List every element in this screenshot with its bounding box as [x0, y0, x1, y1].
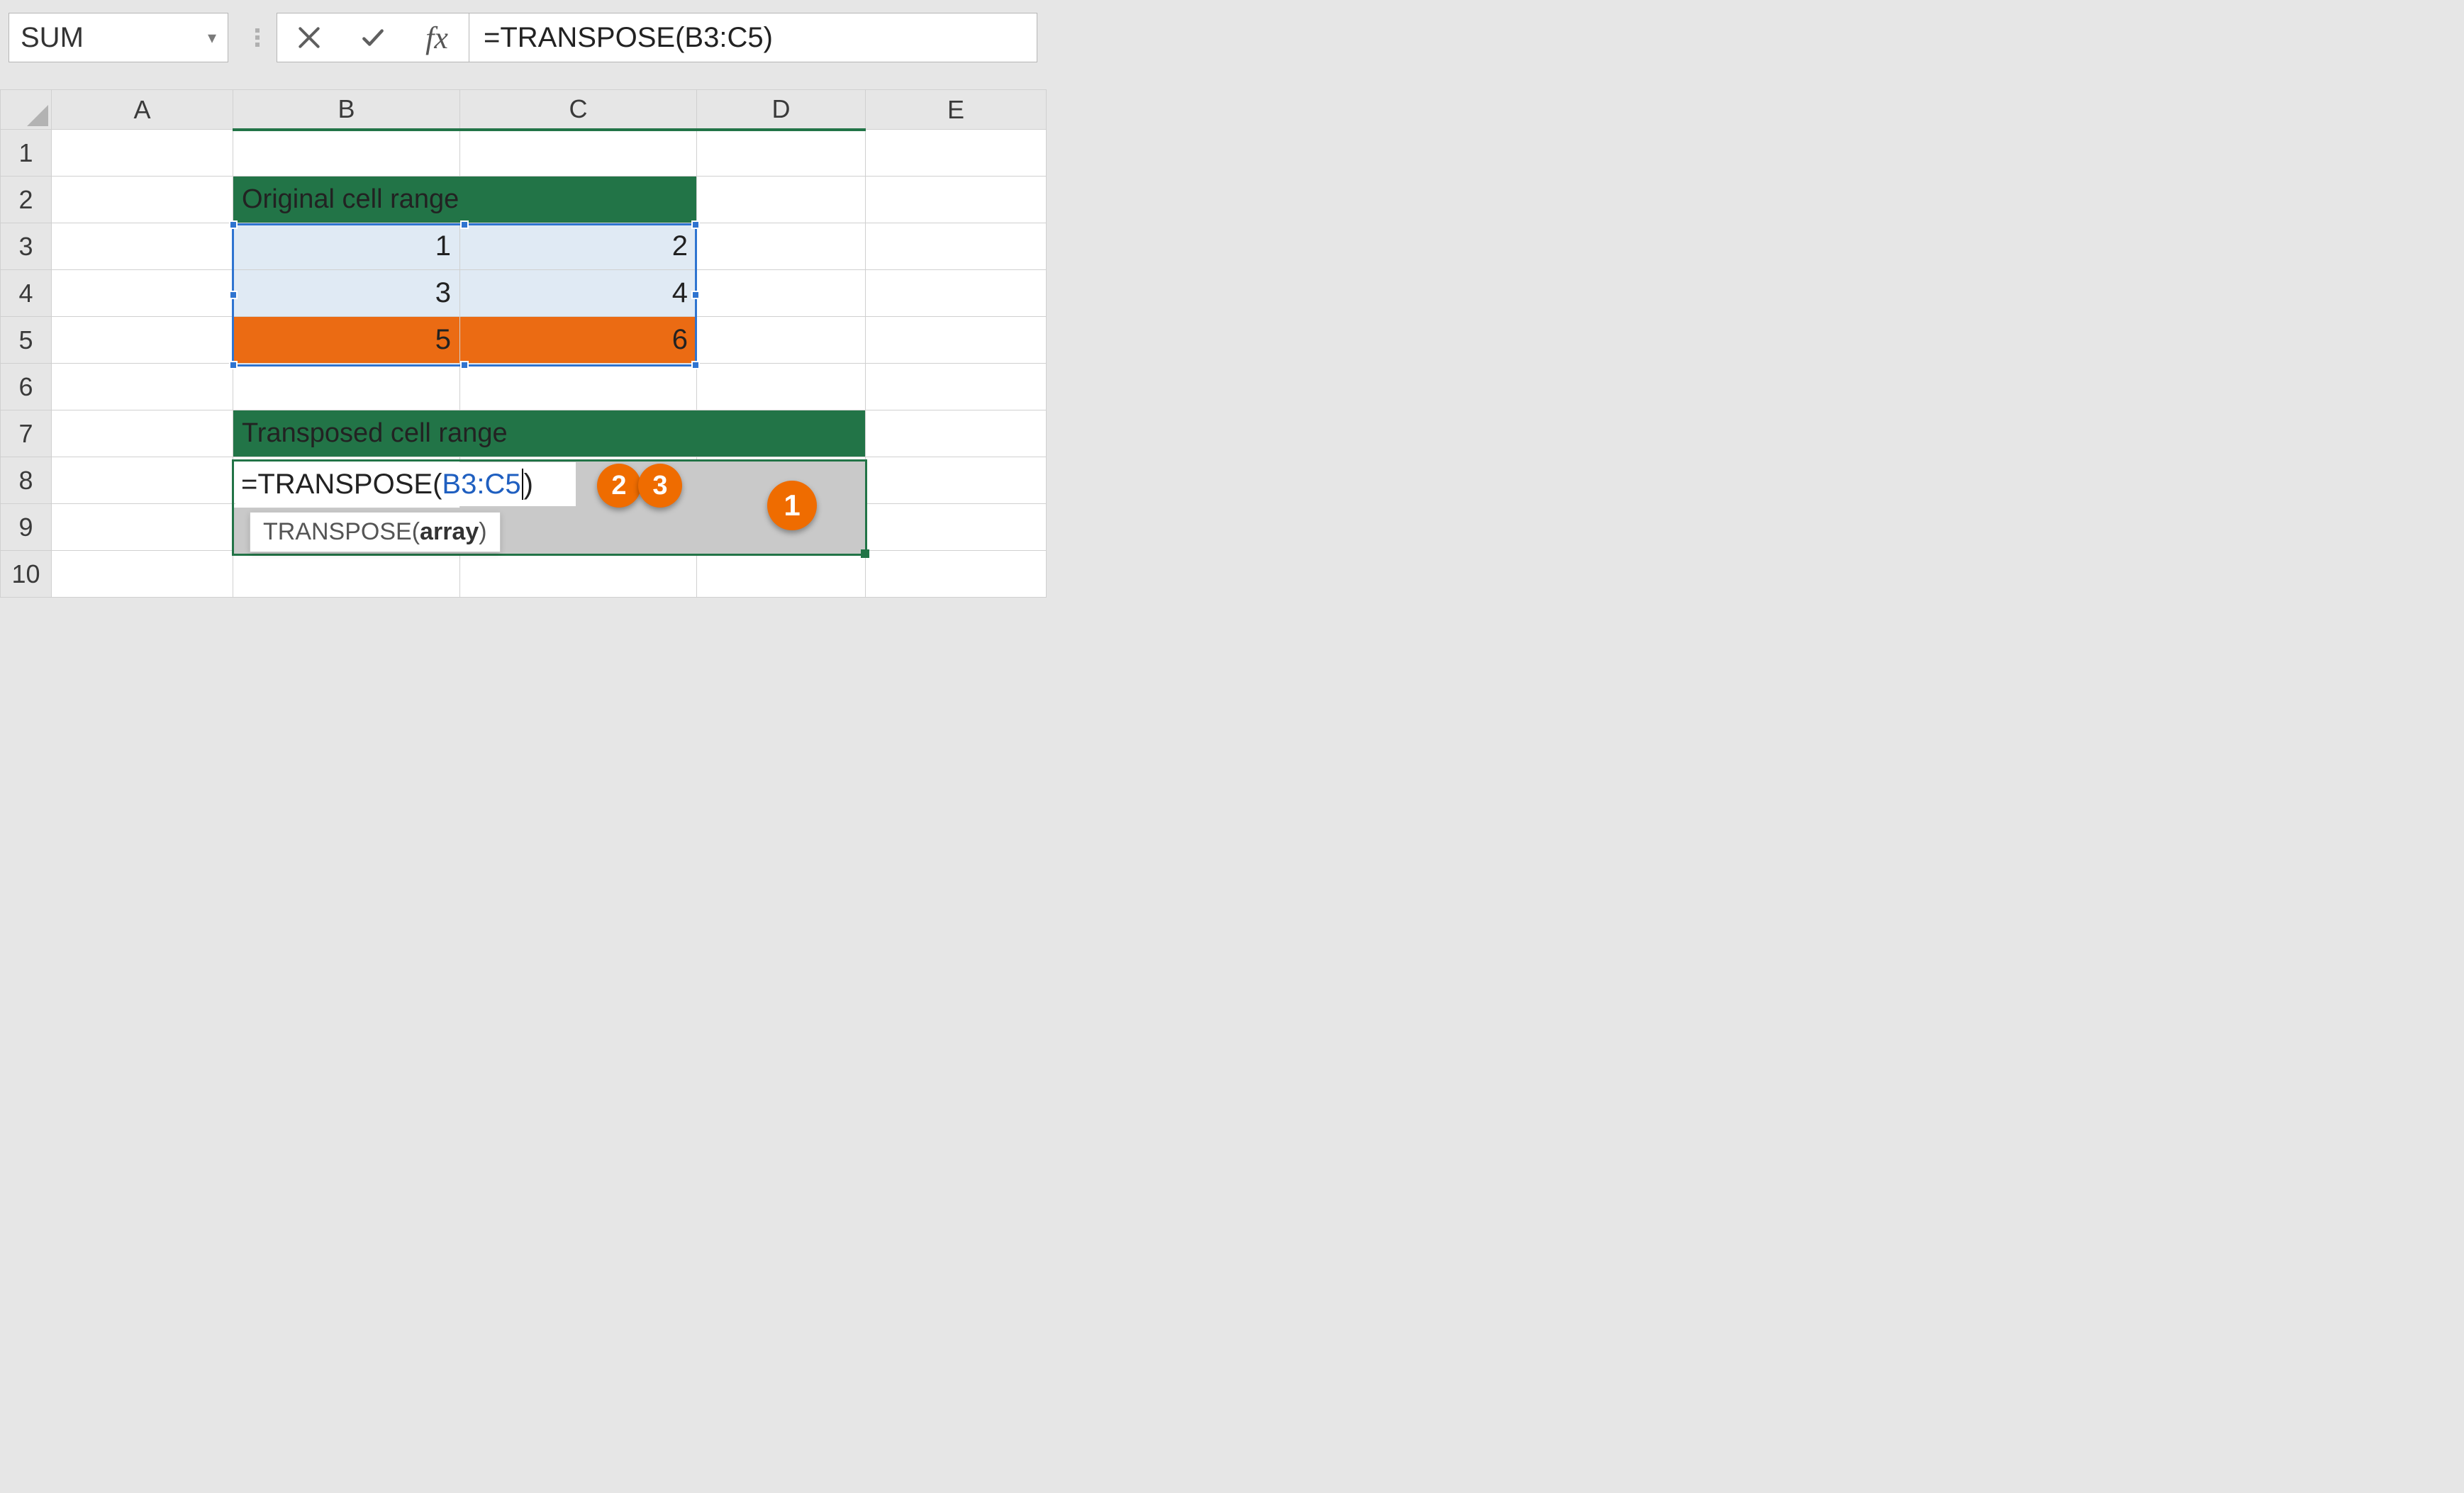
cell-A8[interactable] [52, 457, 233, 504]
formula-token-prefix: =TRANSPOSE( [241, 469, 442, 501]
sheet-table: A B C D E 1 2 Original cell range 3 1 2 [0, 89, 1047, 598]
row-header-2[interactable]: 2 [1, 177, 52, 223]
cell-E10[interactable] [866, 551, 1047, 598]
cell-A7[interactable] [52, 410, 233, 457]
tooltip-fn: TRANSPOSE [263, 518, 412, 545]
cell-E4[interactable] [866, 270, 1047, 317]
cell-C3[interactable]: 2 [460, 223, 697, 270]
name-box[interactable]: SUM ▾ [9, 13, 228, 62]
formula-token-ref: B3:C5 [442, 469, 520, 501]
formula-bar-buttons: fx [277, 13, 469, 62]
row-header-7[interactable]: 7 [1, 410, 52, 457]
formula-token-suffix: ) [524, 469, 533, 501]
cell-C4[interactable]: 4 [460, 270, 697, 317]
heading-original[interactable]: Original cell range [233, 177, 697, 223]
cell-C6[interactable] [460, 364, 697, 410]
cell-C10[interactable] [460, 551, 697, 598]
check-icon [359, 24, 386, 51]
cell-E3[interactable] [866, 223, 1047, 270]
col-header-A[interactable]: A [52, 90, 233, 130]
row-header-5[interactable]: 5 [1, 317, 52, 364]
cell-D3[interactable] [697, 223, 866, 270]
formula-bar-grip-icon[interactable] [251, 28, 264, 47]
cell-B1[interactable] [233, 130, 460, 177]
col-header-C[interactable]: C [460, 90, 697, 130]
cell-B5[interactable]: 5 [233, 317, 460, 364]
row-header-10[interactable]: 10 [1, 551, 52, 598]
cell-E8[interactable] [866, 457, 1047, 504]
formula-bar-text: =TRANSPOSE(B3:C5) [484, 22, 773, 54]
row-header-6[interactable]: 6 [1, 364, 52, 410]
row-header-1[interactable]: 1 [1, 130, 52, 177]
function-tooltip[interactable]: TRANSPOSE(array) [250, 512, 501, 552]
cell-A4[interactable] [52, 270, 233, 317]
callout-2: 2 [597, 464, 641, 508]
insert-function-button[interactable]: fx [405, 13, 469, 62]
cell-A10[interactable] [52, 551, 233, 598]
cell-A2[interactable] [52, 177, 233, 223]
cell-A3[interactable] [52, 223, 233, 270]
cell-E9[interactable] [866, 504, 1047, 551]
callout-1: 1 [767, 481, 817, 530]
cell-D4[interactable] [697, 270, 866, 317]
cell-D6[interactable] [697, 364, 866, 410]
cell-A9[interactable] [52, 504, 233, 551]
text-caret [522, 469, 523, 500]
row-header-4[interactable]: 4 [1, 270, 52, 317]
cancel-button[interactable] [277, 13, 341, 62]
cell-editor[interactable]: =TRANSPOSE(B3:C5) [235, 462, 576, 506]
cell-C5[interactable]: 6 [460, 317, 697, 364]
cell-A5[interactable] [52, 317, 233, 364]
col-header-D[interactable]: D [697, 90, 866, 130]
cell-A1[interactable] [52, 130, 233, 177]
chevron-down-icon[interactable]: ▾ [208, 28, 216, 48]
cell-B6[interactable] [233, 364, 460, 410]
close-icon [296, 24, 323, 51]
cell-D1[interactable] [697, 130, 866, 177]
heading-transposed[interactable]: Transposed cell range [233, 410, 866, 457]
cell-E7[interactable] [866, 410, 1047, 457]
row-header-3[interactable]: 3 [1, 223, 52, 270]
formula-bar-input[interactable]: =TRANSPOSE(B3:C5) [469, 13, 1037, 62]
select-all-corner[interactable] [1, 90, 52, 130]
cell-B3[interactable]: 1 [233, 223, 460, 270]
tooltip-arg: array [420, 518, 479, 545]
cell-C1[interactable] [460, 130, 697, 177]
cell-D5[interactable] [697, 317, 866, 364]
row-header-9[interactable]: 9 [1, 504, 52, 551]
worksheet-grid[interactable]: A B C D E 1 2 Original cell range 3 1 2 [0, 89, 1046, 598]
fx-icon: fx [425, 20, 448, 56]
cell-B10[interactable] [233, 551, 460, 598]
enter-button[interactable] [341, 13, 405, 62]
col-header-E[interactable]: E [866, 90, 1047, 130]
cell-E2[interactable] [866, 177, 1047, 223]
formula-bar: SUM ▾ fx =TRANSPOSE(B3:C5) [0, 0, 1046, 89]
cell-E5[interactable] [866, 317, 1047, 364]
cell-A6[interactable] [52, 364, 233, 410]
cell-E1[interactable] [866, 130, 1047, 177]
name-box-value: SUM [21, 22, 84, 54]
callout-3: 3 [638, 464, 682, 508]
col-header-B[interactable]: B [233, 90, 460, 130]
cell-B4[interactable]: 3 [233, 270, 460, 317]
row-header-8[interactable]: 8 [1, 457, 52, 504]
cell-D10[interactable] [697, 551, 866, 598]
cell-D2[interactable] [697, 177, 866, 223]
cell-E6[interactable] [866, 364, 1047, 410]
